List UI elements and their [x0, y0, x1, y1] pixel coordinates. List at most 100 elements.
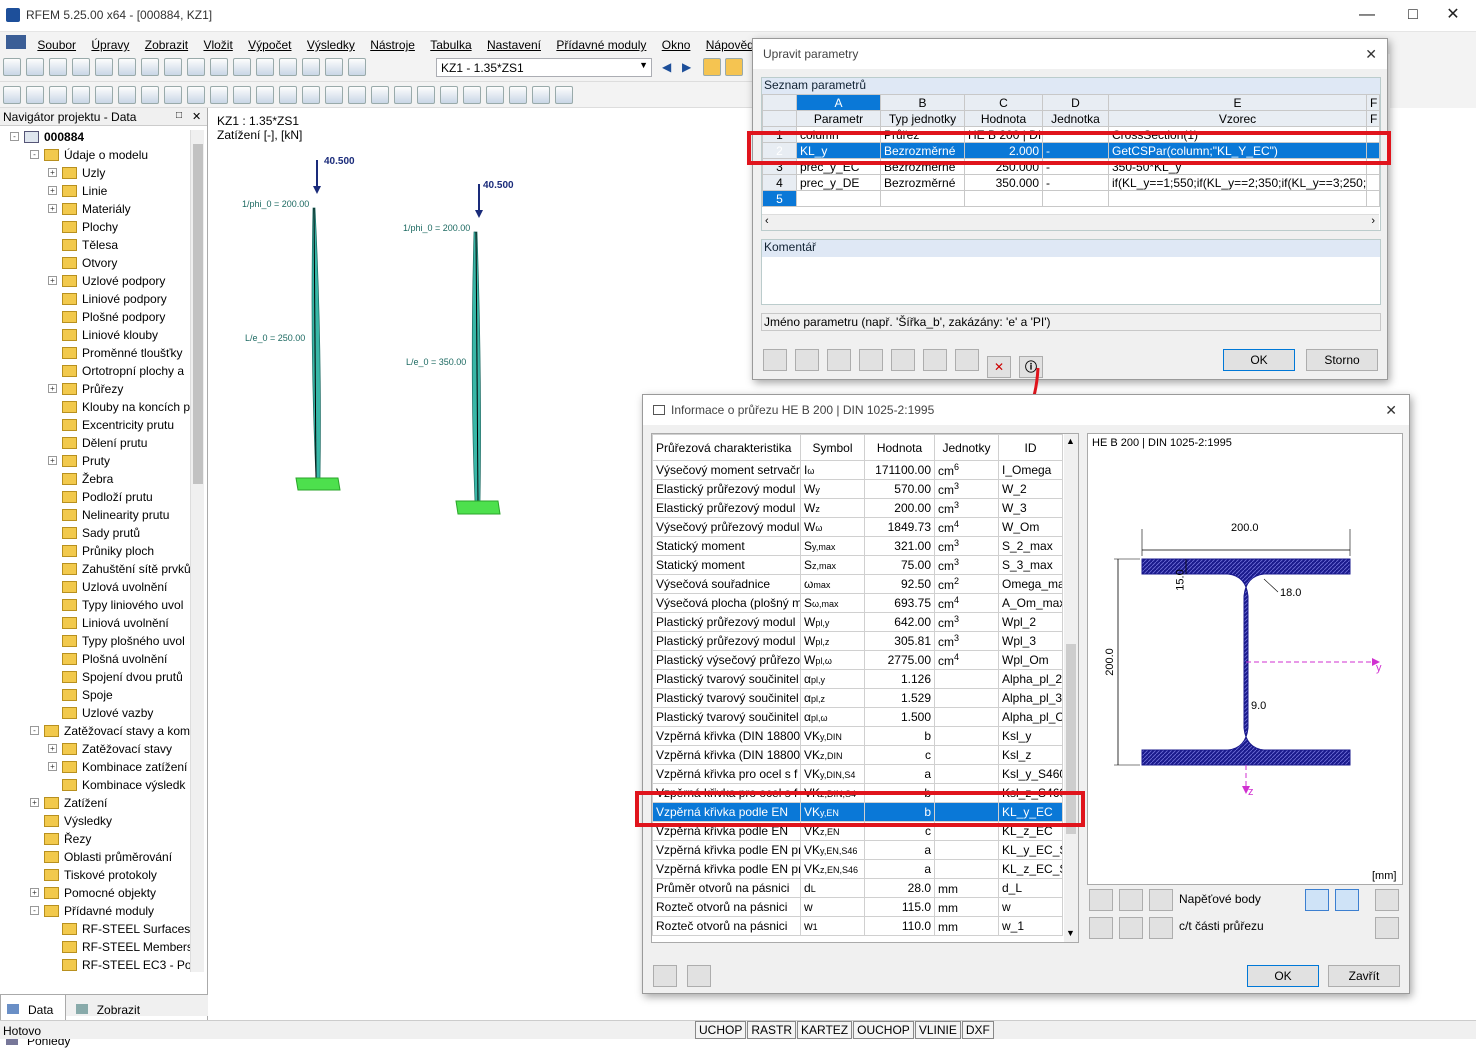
tree-item[interactable]: + Materiály [0, 200, 190, 218]
undo-icon[interactable] [164, 58, 182, 76]
iso-icon[interactable] [509, 86, 527, 104]
property-row[interactable]: Plastický tvarový součinitel αpl,ω 1.500 Al… [652, 707, 1063, 727]
param-cell-f[interactable] [1108, 190, 1367, 207]
zoom-2-icon[interactable] [1149, 917, 1173, 939]
property-row[interactable]: Rozteč otvorů na pásnici w 115.0 mm w [652, 897, 1063, 917]
tree-item[interactable]: Uzlové vazby [0, 704, 190, 722]
tree-item[interactable]: + Pomocné objekty [0, 884, 190, 902]
move-icon[interactable] [164, 86, 182, 104]
tree-item[interactable]: Plošná uvolnění [0, 650, 190, 668]
tree-item[interactable]: Typy plošného uvol [0, 632, 190, 650]
menu-vypocet[interactable]: Výpočet [242, 35, 297, 52]
redo-icon[interactable] [187, 58, 205, 76]
property-row[interactable]: Vzpěrná křivka podle EN pro VKz,EN,S46 a KL… [652, 859, 1063, 879]
filter-icon[interactable] [394, 86, 412, 104]
tree-item[interactable]: Sady prutů [0, 524, 190, 542]
tree-item[interactable]: Spojení dvou prutů [0, 668, 190, 686]
export-excel-icon[interactable] [891, 349, 915, 371]
expand-icon[interactable]: + [30, 798, 39, 807]
property-row[interactable]: Výsečový průřezový modul Wω 1849.73 cm4 W_Om [652, 517, 1063, 537]
edit-icon[interactable] [795, 349, 819, 371]
save-icon[interactable] [49, 58, 67, 76]
tree-item[interactable]: Tiskové protokoly [0, 866, 190, 884]
minimize-button[interactable]: — [1344, 0, 1390, 32]
tree-item[interactable]: Uzlová uvolnění [0, 578, 190, 596]
tree-item[interactable]: Plochy [0, 218, 190, 236]
comment-textarea[interactable] [762, 257, 1380, 304]
scroll-right-icon[interactable]: › [1371, 215, 1375, 227]
menu-soubor[interactable]: Soubor [31, 35, 82, 52]
scroll-thumb[interactable] [193, 144, 203, 484]
params-cancel-button[interactable]: Storno [1306, 349, 1378, 371]
expand-icon[interactable]: + [48, 204, 57, 213]
collapse-icon[interactable]: - [30, 726, 39, 735]
results-icon[interactable] [703, 58, 721, 76]
close-button[interactable]: ✕ [1430, 0, 1476, 32]
cube-icon[interactable] [463, 86, 481, 104]
table-icon[interactable] [325, 58, 343, 76]
section-view-icon[interactable] [1089, 889, 1113, 911]
scroll-left-icon[interactable]: ‹ [765, 215, 769, 227]
expand-icon[interactable]: + [30, 888, 39, 897]
property-row[interactable]: Vzpěrná křivka podle EN pro VKy,EN,S46 a KL… [652, 840, 1063, 860]
tree-item[interactable]: Liniové podpory [0, 290, 190, 308]
tree-item[interactable]: RF-STEEL EC3 - Posi [0, 956, 190, 974]
expand-icon[interactable]: + [48, 276, 57, 285]
col-letter[interactable]: A [796, 94, 881, 111]
load-combo-select[interactable]: KZ1 - 1.35*ZS1 ▼ [436, 58, 652, 77]
view3d-icon[interactable] [532, 86, 550, 104]
tree-item[interactable]: - Údaje o modelu [0, 146, 190, 164]
tree-item[interactable]: Otvory [0, 254, 190, 272]
tree-item[interactable]: Excentricity prutu [0, 416, 190, 434]
close-icon[interactable]: ✕ [1385, 395, 1397, 425]
property-row[interactable]: Výsečový moment setrvačno Iω 171100.00 cm6 I… [652, 460, 1063, 480]
tree-item[interactable]: Spoje [0, 686, 190, 704]
menu-vlozit[interactable]: Vložit [197, 35, 238, 52]
tree-item[interactable]: Liniové klouby [0, 326, 190, 344]
tree-item[interactable]: Řezy [0, 830, 190, 848]
perspective-icon[interactable] [486, 86, 504, 104]
tree-item[interactable]: Dělení prutu [0, 434, 190, 452]
navigator-scrollbar[interactable] [190, 130, 204, 972]
search-icon[interactable] [233, 58, 251, 76]
param-row[interactable]: 4 prec_y_DE Bezrozměrné 350.000- if(KL_y==1;… [762, 174, 1380, 191]
tree-item[interactable]: + Linie [0, 182, 190, 200]
expand-icon[interactable]: + [48, 384, 57, 393]
menu-okno[interactable]: Okno [656, 35, 697, 52]
tree-item[interactable]: + Průřezy [0, 380, 190, 398]
tree-item[interactable]: + Zatěžovací stavy [0, 740, 190, 758]
menu-vysledky[interactable]: Výsledky [301, 35, 361, 52]
wire-icon[interactable] [440, 86, 458, 104]
help-icon[interactable] [763, 349, 787, 371]
layers-icon[interactable] [417, 86, 435, 104]
property-row[interactable]: Plastický tvarový součinitel αpl,z 1.529 Al… [652, 688, 1063, 708]
open-icon[interactable] [26, 58, 44, 76]
property-row[interactable]: Vzpěrná křivka (DIN 18800-2 VKy,DIN b Ksl_y [652, 726, 1063, 746]
check-icon[interactable] [279, 58, 297, 76]
tree-item[interactable]: Žebra [0, 470, 190, 488]
property-row[interactable]: Výsečová souřadnice ωmax 92.50 cm2 Omega_ma [652, 574, 1063, 594]
member-icon[interactable] [49, 86, 67, 104]
view-icon[interactable] [256, 86, 274, 104]
tree-item[interactable]: Oblasti průměrování [0, 848, 190, 866]
info-close-button[interactable]: Zavřít [1328, 965, 1400, 987]
property-row[interactable]: Výsečová plocha (plošný mor Sω,max 693.75 c… [652, 593, 1063, 613]
grid-icon[interactable] [348, 58, 366, 76]
tree-item[interactable]: Nelinearity prutu [0, 506, 190, 524]
tree-item[interactable]: Typy liniového uvol [0, 596, 190, 614]
param-cell-u[interactable] [1042, 190, 1109, 207]
expand-icon[interactable]: + [48, 456, 57, 465]
tree-item[interactable]: + Kombinace zatížení [0, 758, 190, 776]
menu-zobrazit[interactable]: Zobrazit [139, 35, 194, 52]
save-icon[interactable] [827, 349, 851, 371]
option-stress-points[interactable]: Napěťové body [1179, 892, 1261, 906]
tree-item[interactable]: + Zatížení [0, 794, 190, 812]
tree-item[interactable]: + Uzlové podpory [0, 272, 190, 290]
scroll-down-icon[interactable]: ▼ [1066, 928, 1075, 938]
info-ok-button[interactable]: OK [1247, 965, 1319, 987]
menu-upravy[interactable]: Úpravy [85, 35, 135, 52]
properties-scrollbar[interactable]: ▲ ▼ [1064, 434, 1078, 942]
param-cell-t[interactable] [880, 190, 965, 207]
expand-icon[interactable]: + [48, 168, 57, 177]
toggle-uchop[interactable]: UCHOP [695, 1021, 747, 1039]
